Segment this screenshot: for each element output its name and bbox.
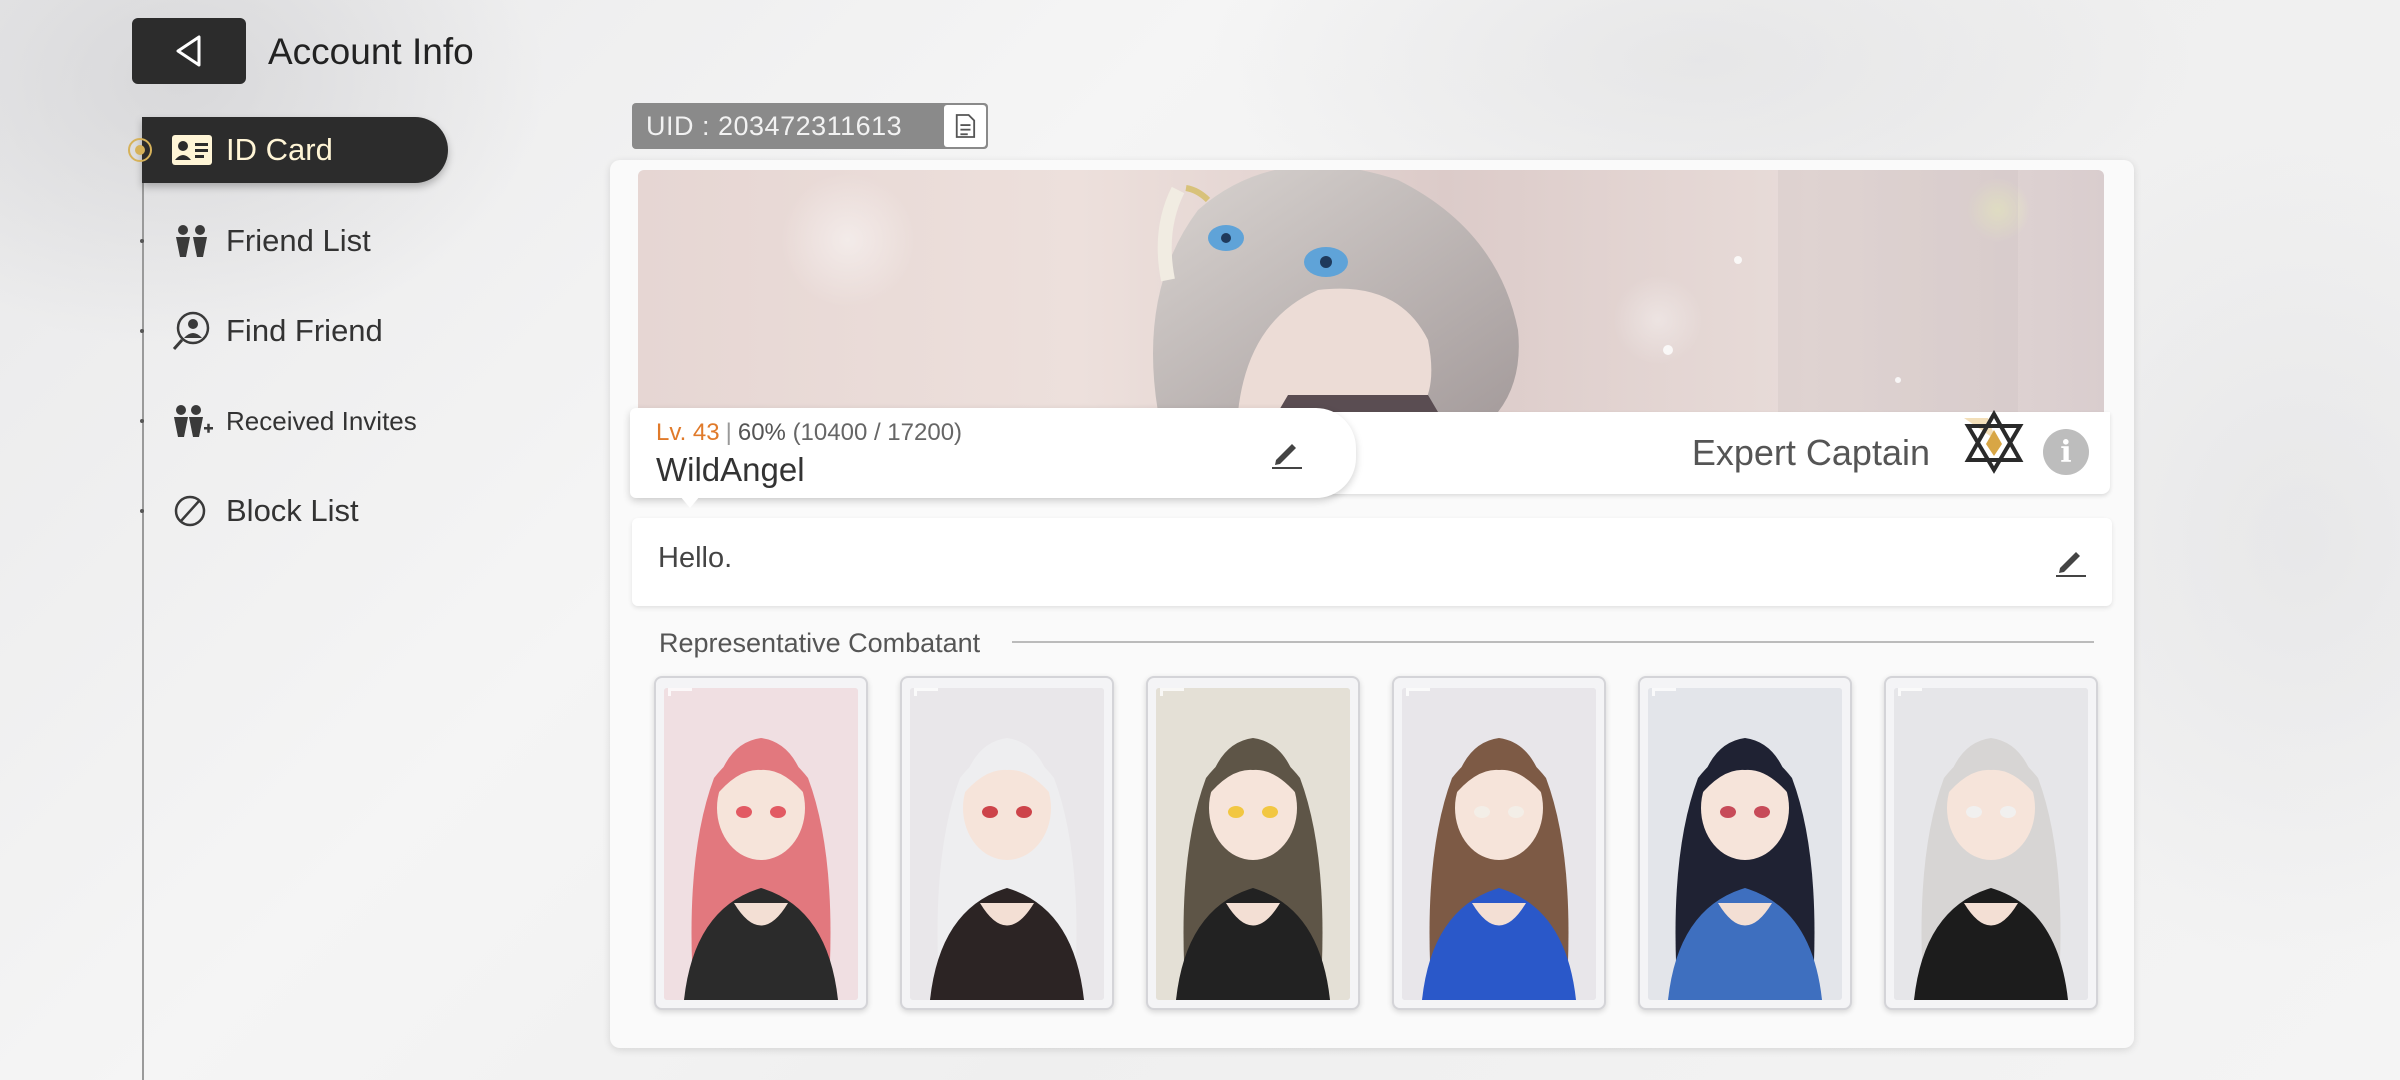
rank-label: Expert Captain [1691,432,1930,473]
combatant-portrait [1894,688,2088,1000]
greeting-text: Hello. [658,542,733,574]
combatant-art [664,688,858,1000]
copy-icon [955,114,976,138]
sidebar-item-block-list[interactable]: Block List [140,478,448,544]
id-card-icon [172,135,212,165]
sidebar-item-id-card[interactable]: ID Card [142,117,448,183]
bullet [140,239,144,243]
sidebar-item-friend-list[interactable]: Friend List [140,208,448,274]
combatant-card[interactable] [1638,676,1852,1010]
sidebar-item-label: Find Friend [226,313,383,348]
combatant-portrait [910,688,1104,1000]
bullet [140,419,144,423]
profile-name-tab: Lv. 43 | 60% (10400 / 17200) WildAngel [630,408,1356,508]
card-corner-mark [1898,688,1922,696]
combatant-card[interactable] [1884,676,2098,1010]
combatant-card[interactable] [1392,676,1606,1010]
exp-detail: (10400 / 17200) [792,419,963,446]
rank-info-button[interactable]: i [2043,429,2089,475]
sidebar-item-find-friend[interactable]: Find Friend [140,298,448,364]
rank-emblem-icon [1964,409,2024,474]
level-text: Lv. 43 [656,419,720,446]
tab-pointer [680,496,700,508]
card-corner-mark [1160,688,1184,696]
sidebar-item-label: Friend List [226,223,371,258]
level-separator: | [725,419,732,446]
info-icon: i [2060,434,2072,470]
find-friend-icon [172,311,210,350]
uid-text: UID : 203472311613 [646,110,903,141]
greeting-box: Hello. [632,518,2112,606]
edit-greeting-icon[interactable] [2050,540,2090,580]
selection-indicator-icon [128,138,152,162]
combatant-card[interactable] [654,676,868,1010]
combatant-art [1894,688,2088,1000]
card-corner-mark [1406,688,1430,696]
uid-chip: UID : 203472311613 [632,103,988,149]
combatant-art [1402,688,1596,1000]
combatant-card[interactable] [900,676,1114,1010]
sidebar-item-label: ID Card [226,132,333,167]
combatant-portrait [1156,688,1350,1000]
card-corner-mark [914,688,938,696]
representative-title: Representative Combatant [659,628,981,658]
combatant-art [1156,688,1350,1000]
combatant-art [910,688,1104,1000]
banner-character-art [1153,170,2018,412]
friends-icon [176,225,207,257]
combatant-portrait [1648,688,1842,1000]
exp-percent: 60% [737,419,786,446]
profile-banner[interactable] [638,170,2104,412]
combatant-portrait [1402,688,1596,1000]
sidebar-item-received-invites[interactable]: Received Invites [140,388,448,454]
combatant-card[interactable] [1146,676,1360,1010]
sidebar-item-label: Received Invites [226,406,417,436]
card-corner-mark [1652,688,1676,696]
combatant-art [1648,688,1842,1000]
level-line: Lv. 43 | 60% (10400 / 17200) [656,418,962,448]
bullet [140,329,144,333]
copy-uid-button[interactable] [944,105,986,147]
representative-divider [1012,641,2094,643]
block-icon [174,495,206,527]
sidebar: ID Card Friend List Find Friend Received… [0,0,500,1080]
edit-name-icon[interactable] [1266,432,1306,472]
combatant-portrait [664,688,858,1000]
add-friend-icon [174,405,213,437]
card-corner-mark [668,688,692,696]
username: WildAngel [656,451,805,488]
sidebar-item-label: Block List [226,493,359,528]
bullet [140,509,144,513]
